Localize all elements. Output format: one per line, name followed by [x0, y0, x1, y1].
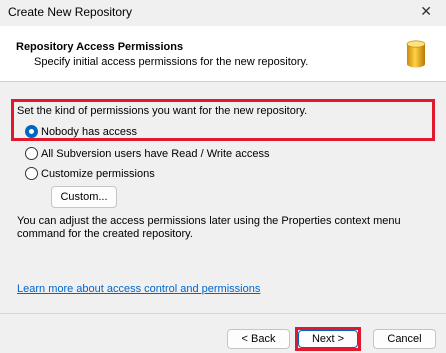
permissions-prompt: Set the kind of permissions you want for…	[17, 105, 308, 117]
page-title: Repository Access Permissions	[16, 41, 184, 53]
radio-label: All Subversion users have Read / Write a…	[41, 147, 270, 160]
close-icon[interactable]: ✕	[420, 3, 432, 20]
learn-more-link[interactable]: Learn more about access control and perm…	[17, 283, 260, 295]
radio-button[interactable]	[25, 167, 38, 180]
radio-label: Customize permissions	[41, 167, 155, 180]
wizard-header: Repository Access Permissions Specify in…	[0, 26, 446, 82]
footer-divider	[0, 313, 446, 314]
radio-button-checked[interactable]	[25, 125, 38, 138]
radio-all-users-read-write[interactable]: All Subversion users have Read / Write a…	[25, 147, 269, 160]
radio-label: Nobody has access	[41, 125, 137, 138]
page-subtitle: Specify initial access permissions for t…	[34, 56, 309, 68]
radio-button[interactable]	[25, 147, 38, 160]
info-text: You can adjust the access permissions la…	[17, 215, 401, 240]
custom-permissions-button[interactable]: Custom...	[51, 186, 117, 208]
cancel-button[interactable]: Cancel	[373, 329, 436, 349]
next-button[interactable]: Next >	[298, 330, 358, 348]
title-bar: Create New Repository ✕	[0, 0, 446, 26]
radio-nobody-access[interactable]: Nobody has access	[25, 125, 137, 138]
database-icon	[406, 40, 426, 68]
window-title: Create New Repository	[8, 5, 133, 19]
radio-customize-permissions[interactable]: Customize permissions	[25, 167, 155, 180]
back-button[interactable]: < Back	[227, 329, 290, 349]
